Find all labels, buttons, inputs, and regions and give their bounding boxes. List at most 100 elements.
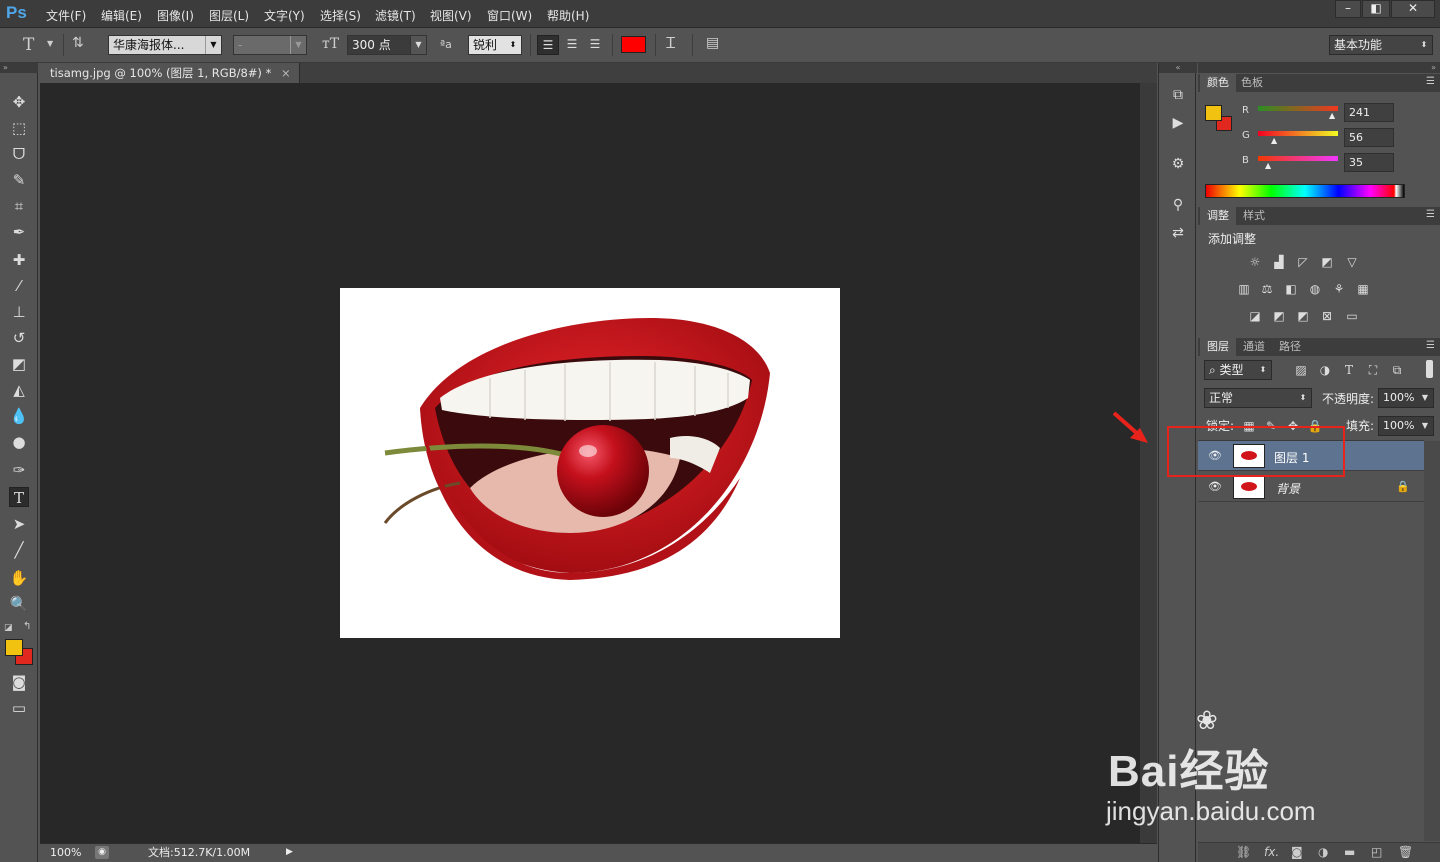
slider-thumb-icon[interactable]: ▲ [1271, 136, 1277, 145]
marquee-tool-icon[interactable]: ⬚ [9, 118, 29, 138]
channel-g-slider[interactable] [1258, 131, 1338, 136]
screen-mode-icon[interactable]: ▭ [9, 698, 29, 718]
layer-filter-select[interactable]: ⌕ 类型 ⬍ [1204, 360, 1272, 380]
menu-view[interactable]: 视图(V) [430, 7, 472, 24]
curves-icon[interactable]: ◸ [1294, 255, 1312, 269]
menu-image[interactable]: 图像(I) [157, 7, 194, 24]
tab-layers[interactable]: 图层 [1200, 338, 1236, 356]
close-tab-icon[interactable]: × [281, 66, 291, 80]
posterize-icon[interactable]: ◩ [1270, 309, 1288, 323]
vibrance-icon[interactable]: ▽ [1343, 255, 1361, 269]
blend-mode-select[interactable]: 正常 ⬍ [1204, 388, 1312, 408]
warp-text-icon[interactable]: Ꮖ [666, 34, 676, 52]
healing-brush-tool-icon[interactable]: ✚ [9, 250, 29, 270]
filter-shape-icon[interactable]: ⛶ [1364, 363, 1382, 377]
collapse-strip-icon[interactable]: « [1159, 63, 1197, 73]
history-panel-icon[interactable]: ⧉ [1168, 87, 1188, 107]
zoom-tool-icon[interactable]: 🔍 [9, 594, 29, 614]
default-colors-icon[interactable]: ◪ [4, 623, 13, 633]
path-selection-tool-icon[interactable]: ➤ [9, 514, 29, 534]
eraser-tool-icon[interactable]: ◩ [9, 354, 29, 374]
font-style-select[interactable]: - ▼ [233, 35, 307, 55]
align-center-button[interactable]: ☰ [562, 35, 582, 55]
vertical-scrollbar[interactable] [1140, 83, 1157, 843]
adjustment-icon[interactable]: ◑ [1318, 845, 1328, 859]
channel-r-input[interactable]: 241 [1344, 103, 1394, 122]
hand-tool-icon[interactable]: ✋ [9, 568, 29, 588]
type-tool-icon[interactable]: T [9, 487, 29, 507]
pen-tool-icon[interactable]: ✑ [9, 460, 29, 480]
tool-presets-icon[interactable]: ⇄ [1168, 225, 1188, 245]
menu-filter[interactable]: 滤镜(T) [375, 7, 416, 24]
minimize-button[interactable]: – [1335, 0, 1361, 18]
selective-color-icon[interactable]: ⊠ [1318, 309, 1336, 323]
panel-menu-icon[interactable]: ☰ [1426, 209, 1435, 220]
invert-icon[interactable]: ◪ [1246, 309, 1264, 323]
zoom-level[interactable]: 100% [50, 844, 81, 861]
lasso-tool-icon[interactable]: ᗜ [9, 144, 29, 164]
move-tool-icon[interactable]: ✥ [9, 92, 29, 112]
swap-colors-icon[interactable]: ↰ [23, 621, 31, 632]
menu-type[interactable]: 文字(Y) [264, 7, 305, 24]
slider-thumb-icon[interactable]: ▲ [1265, 161, 1271, 170]
filter-adjustment-icon[interactable]: ◑ [1316, 363, 1334, 377]
foreground-color-swatch[interactable] [5, 639, 23, 656]
document-image[interactable] [340, 288, 840, 638]
brightness-contrast-icon[interactable]: ☼ [1246, 255, 1264, 269]
channel-mixer-icon[interactable]: ⚘ [1330, 282, 1348, 296]
type-tool-preset-icon[interactable]: T [23, 35, 34, 55]
brush-presets-icon[interactable]: ⚲ [1168, 197, 1188, 217]
levels-icon[interactable]: ▟ [1270, 255, 1288, 269]
font-size-input[interactable]: 300 点 ▼ [347, 35, 427, 55]
panel-menu-icon[interactable]: ☰ [1426, 340, 1435, 351]
menu-window[interactable]: 窗口(W) [487, 7, 532, 24]
preset-dropdown-icon[interactable]: ▼ [47, 39, 53, 48]
color-lookup-icon[interactable]: ▦ [1354, 282, 1372, 296]
tab-paths[interactable]: 路径 [1272, 338, 1308, 356]
layers-scrollbar[interactable] [1424, 441, 1440, 841]
black-white-icon[interactable]: ◧ [1282, 282, 1300, 296]
channel-r-slider[interactable] [1258, 106, 1338, 111]
close-window-button[interactable]: ✕ [1391, 0, 1435, 18]
channel-b-input[interactable]: 35 [1344, 153, 1394, 172]
quick-mask-icon[interactable]: ◙ [9, 672, 29, 692]
align-right-button[interactable]: ☰ [585, 35, 605, 55]
character-panel-icon[interactable]: ▤ [706, 35, 719, 51]
font-family-select[interactable]: 华康海报体... ▼ [108, 35, 222, 55]
filter-type-icon[interactable]: T [1340, 363, 1358, 377]
filter-toggle[interactable] [1426, 360, 1433, 378]
tab-styles[interactable]: 样式 [1236, 207, 1272, 225]
exposure-icon[interactable]: ◩ [1318, 255, 1336, 269]
panel-menu-icon[interactable]: ☰ [1426, 76, 1435, 87]
orientation-toggle-icon[interactable]: ⇅ [72, 35, 84, 51]
restore-button[interactable]: ◧ [1362, 0, 1390, 18]
fx-icon[interactable]: fx. [1264, 845, 1279, 859]
blur-tool-icon[interactable]: 💧 [9, 406, 29, 426]
history-brush-tool-icon[interactable]: ↺ [9, 328, 29, 348]
trash-icon[interactable]: 🗑 [1398, 845, 1413, 859]
panel-foreground-swatch[interactable] [1205, 105, 1222, 121]
eyedropper-tool-icon[interactable]: ✒ [9, 222, 29, 242]
dodge-tool-icon[interactable]: ● [9, 432, 29, 452]
channel-g-input[interactable]: 56 [1344, 128, 1394, 147]
tab-adjustments[interactable]: 调整 [1200, 207, 1236, 225]
workspace-select[interactable]: 基本功能 ⬍ [1329, 35, 1433, 55]
collapse-toolbox-icon[interactable]: » [0, 63, 38, 73]
fill-input[interactable]: 100% ▼ [1378, 416, 1434, 436]
folder-icon[interactable]: ▬ [1344, 845, 1355, 859]
document-tab[interactable]: tisamg.jpg @ 100% (图层 1, RGB/8#) * × [40, 63, 300, 83]
photo-filter-icon[interactable]: ◍ [1306, 282, 1324, 296]
actions-panel-icon[interactable]: ▶ [1168, 115, 1188, 135]
brush-tool-icon[interactable]: ⁄ [9, 276, 29, 296]
mask-icon[interactable]: ◙ [1291, 845, 1303, 859]
link-icon[interactable]: ⛓ [1236, 845, 1251, 859]
text-color-swatch[interactable] [621, 36, 646, 53]
tab-swatches[interactable]: 色板 [1234, 74, 1270, 92]
quick-select-tool-icon[interactable]: ✎ [9, 170, 29, 190]
slider-thumb-icon[interactable]: ▲ [1329, 111, 1335, 120]
menu-edit[interactable]: 编辑(E) [101, 7, 142, 24]
status-menu-arrow-icon[interactable]: ▶ [286, 844, 293, 861]
export-icon[interactable]: ◉ [95, 846, 109, 859]
menu-file[interactable]: 文件(F) [46, 7, 86, 24]
collapse-dock-icon[interactable]: » [1198, 63, 1440, 73]
